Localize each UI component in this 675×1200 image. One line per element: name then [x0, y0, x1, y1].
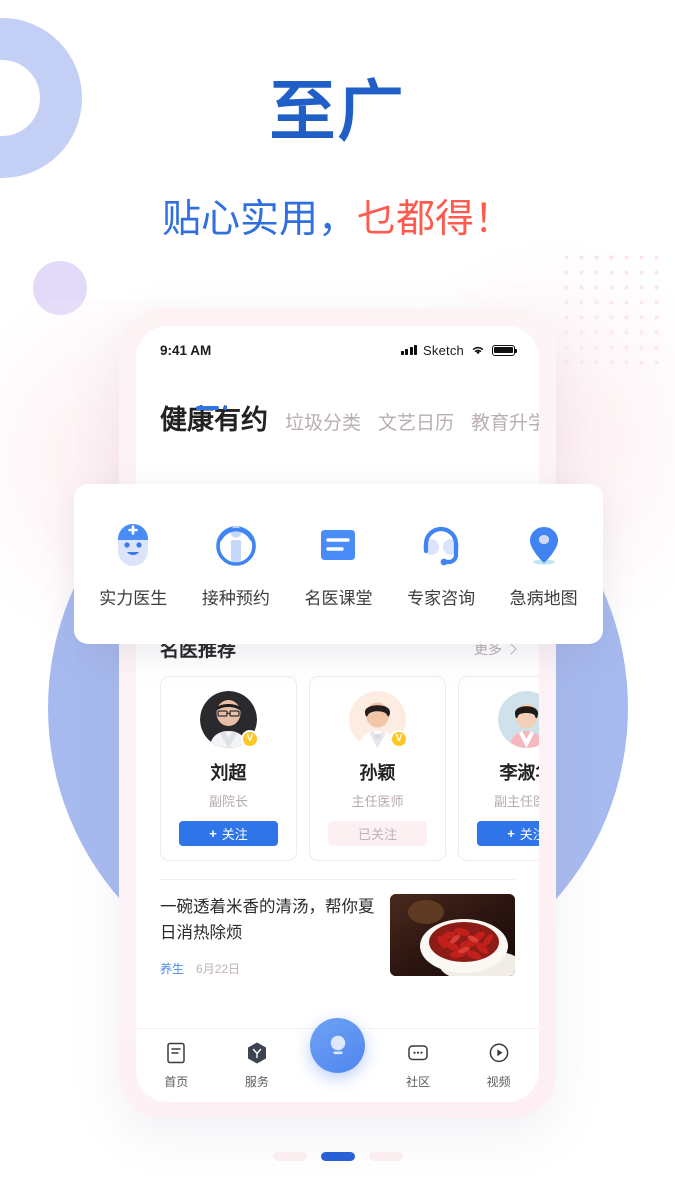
- video-play-icon: [486, 1040, 512, 1066]
- page-subtitle: 贴心实用，乜都得！: [0, 196, 675, 245]
- quick-action-doctor[interactable]: 实力医生: [87, 519, 179, 609]
- avatar: V: [200, 691, 257, 748]
- pagination-dot[interactable]: [273, 1152, 307, 1161]
- signal-bars-icon: [401, 345, 417, 355]
- status-bar-time: 9:41 AM: [160, 343, 211, 358]
- carrier-label: Sketch: [423, 343, 464, 358]
- battery-full-icon: [492, 345, 515, 356]
- doctor-face-icon: [105, 519, 161, 571]
- nav-label: 首页: [164, 1073, 188, 1090]
- quick-action-map[interactable]: 急病地图: [498, 519, 590, 609]
- follow-label: 关注: [222, 824, 248, 843]
- nav-label: 社区: [406, 1073, 430, 1090]
- status-bar: 9:41 AM Sketch: [136, 326, 539, 368]
- doctor-name: 孙颖: [310, 759, 445, 785]
- service-hex-icon: [244, 1040, 270, 1066]
- chevron-right-icon: [505, 643, 516, 654]
- plus-icon: +: [209, 827, 217, 840]
- subtitle-blue-part: 贴心实用，: [162, 198, 357, 241]
- article-title: 一碗透着米香的清汤，帮你夏日消热除烦: [160, 894, 376, 946]
- doctor-name: 刘超: [161, 759, 296, 785]
- doctor-title: 主任医师: [310, 791, 445, 810]
- vaccination-person-icon: [208, 519, 264, 571]
- carousel-pagination[interactable]: [0, 1152, 675, 1161]
- home-doc-icon: [163, 1040, 189, 1066]
- quick-action-consult[interactable]: 专家咨询: [395, 519, 487, 609]
- follow-button[interactable]: + 关注: [179, 821, 278, 846]
- tab-health[interactable]: 健康有约: [160, 398, 268, 437]
- nav-item-video[interactable]: 视频: [468, 1040, 530, 1090]
- idea-lamp-icon: [324, 1032, 352, 1060]
- follow-button[interactable]: 已关注: [328, 821, 427, 846]
- quick-action-label: 专家咨询: [407, 584, 475, 609]
- article-date: 6月22日: [196, 960, 240, 977]
- quick-action-lecture[interactable]: 名医课堂: [292, 519, 384, 609]
- quick-action-label: 名医课堂: [304, 584, 372, 609]
- headset-icon: [413, 519, 469, 571]
- poster-canvas: 至广 贴心实用，乜都得！ 9:41 AM Sketch 健康有约 垃圾分类: [0, 0, 675, 1200]
- nav-item-community[interactable]: 社区: [387, 1040, 449, 1090]
- tab-active-indicator: [196, 406, 227, 410]
- follow-label: 关注: [520, 824, 539, 843]
- avatar: V: [498, 691, 539, 748]
- article-tag[interactable]: 养生: [160, 960, 184, 977]
- doctor-card[interactable]: V 李淑华 副主任医师 + 关注: [458, 676, 539, 861]
- quick-action-vaccination[interactable]: 接种预约: [190, 519, 282, 609]
- verified-badge: V: [241, 730, 259, 748]
- wifi-icon: [470, 344, 486, 356]
- lecture-document-icon: [310, 519, 366, 571]
- doctor-name: 李淑华: [459, 759, 539, 785]
- phone-screen: 9:41 AM Sketch 健康有约 垃圾分类 文艺日历 教育升学 37/: [136, 326, 539, 1102]
- pagination-dot-active[interactable]: [321, 1152, 355, 1161]
- nav-item-service[interactable]: 服务: [226, 1040, 288, 1090]
- doctor-card[interactable]: V 孙颖 主任医师 已关注: [309, 676, 446, 861]
- nav-label: 视频: [487, 1073, 511, 1090]
- doctor-card[interactable]: V 刘超 副院长 + 关注: [160, 676, 297, 861]
- pagination-dot[interactable]: [369, 1152, 403, 1161]
- page-title: 至广: [0, 78, 675, 144]
- map-pin-icon: [516, 519, 572, 571]
- quick-action-label: 接种预约: [202, 584, 270, 609]
- category-tabs[interactable]: 健康有约 垃圾分类 文艺日历 教育升学 37/: [136, 368, 539, 437]
- article-list-item[interactable]: 一碗透着米香的清汤，帮你夏日消热除烦 养生 6月22日: [160, 879, 515, 977]
- tab-culture[interactable]: 文艺日历: [378, 408, 454, 435]
- quick-actions-card[interactable]: 实力医生 接种预约 名医课堂: [74, 484, 603, 644]
- tab-education[interactable]: 教育升学: [471, 408, 539, 435]
- avatar: V: [349, 691, 406, 748]
- plus-icon: +: [507, 827, 515, 840]
- nav-label: 服务: [245, 1073, 269, 1090]
- doctor-title: 副主任医师: [459, 791, 539, 810]
- verified-badge: V: [390, 730, 408, 748]
- doctor-title: 副院长: [161, 791, 296, 810]
- community-dots-icon: [405, 1040, 431, 1066]
- tab-garbage[interactable]: 垃圾分类: [285, 408, 361, 435]
- quick-action-label: 急病地图: [510, 584, 578, 609]
- nav-item-home[interactable]: 首页: [145, 1040, 207, 1090]
- floating-action-button[interactable]: [310, 1018, 365, 1073]
- quick-action-label: 实力医生: [99, 584, 167, 609]
- follow-label: 已关注: [358, 824, 397, 843]
- follow-button[interactable]: + 关注: [477, 821, 539, 846]
- article-thumbnail: [390, 894, 515, 976]
- doctor-card-list[interactable]: V 刘超 副院长 + 关注: [136, 662, 539, 861]
- subtitle-red-part: 乜都得！: [357, 198, 513, 241]
